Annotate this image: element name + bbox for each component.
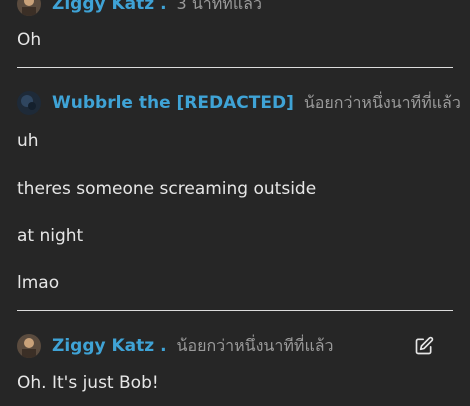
message-line: uh: [17, 131, 39, 151]
message-post: Wubbrle the [REDACTED] น้อยกว่าหนึ่งนาที…: [0, 68, 470, 293]
author-name[interactable]: Wubbrle the [REDACTED]: [52, 93, 294, 113]
message-line: Oh: [17, 30, 42, 50]
author-name[interactable]: Ziggy Katz .: [52, 0, 167, 14]
post-timestamp: 3 นาทีที่แล้ว: [176, 0, 262, 13]
post-header: Wubbrle the [REDACTED] น้อยกว่าหนึ่งนาที…: [17, 85, 461, 121]
message-line: at night: [17, 226, 84, 246]
user-avatar-icon[interactable]: [17, 334, 41, 358]
message-line: theres someone screaming outside: [17, 179, 317, 199]
post-header: Ziggy Katz . น้อยกว่าหนึ่งนาทีที่แล้ว: [17, 328, 453, 364]
message-post: Ziggy Katz . 3 นาทีที่แล้ว Oh: [0, 0, 470, 50]
message-line: Oh. It's just Bob!: [17, 373, 159, 393]
user-avatar-icon[interactable]: [17, 91, 41, 115]
post-timestamp: น้อยกว่าหนึ่งนาทีที่แล้ว: [176, 335, 334, 355]
edit-icon[interactable]: [412, 334, 436, 358]
post-timestamp: น้อยกว่าหนึ่งนาทีที่แล้ว: [303, 92, 461, 112]
post-header: Ziggy Katz . 3 นาทีที่แล้ว: [17, 0, 453, 22]
message-line: lmao: [17, 273, 60, 293]
author-name[interactable]: Ziggy Katz .: [52, 336, 167, 356]
message-post: Ziggy Katz . น้อยกว่าหนึ่งนาทีที่แล้ว Oh…: [0, 311, 470, 393]
message-feed: Ziggy Katz . 3 นาทีที่แล้ว Oh Wubbrle th…: [0, 0, 470, 393]
user-avatar-icon[interactable]: [17, 0, 41, 16]
